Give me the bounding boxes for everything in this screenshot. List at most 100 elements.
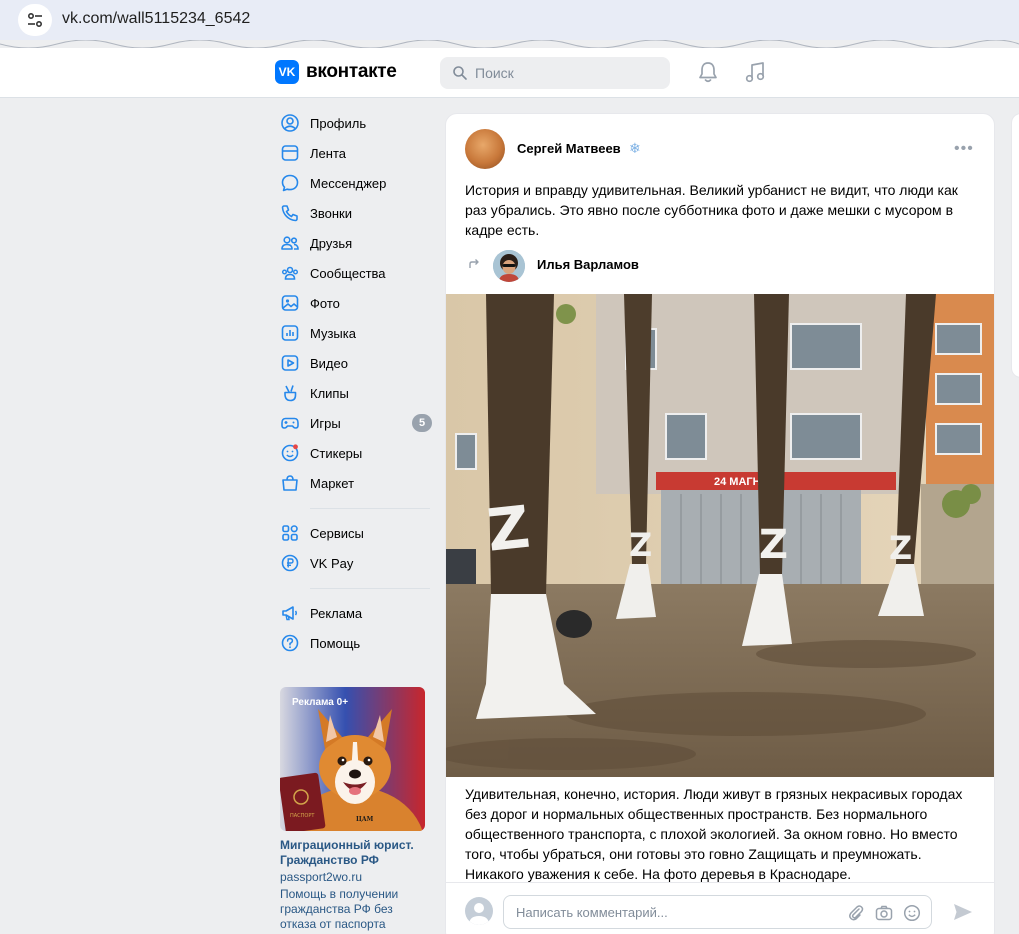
sidebar-item-clips[interactable]: Клипы: [280, 378, 430, 408]
help-icon: [280, 633, 300, 653]
repost-arrow-icon: [467, 257, 481, 274]
clips-icon: [280, 383, 300, 403]
sidebar-item-ads[interactable]: Реклама: [280, 598, 430, 628]
vkpay-icon: [280, 553, 300, 573]
notifications-bell-icon[interactable]: [697, 60, 719, 84]
sidebar-item-label: Реклама: [310, 605, 363, 621]
comment-attach-icons: [847, 904, 921, 922]
sidebar-item-label: Музыка: [310, 325, 356, 341]
sidebar-item-market[interactable]: Маркет: [280, 468, 430, 498]
search-placeholder: Поиск: [475, 65, 514, 81]
sidebar-item-music[interactable]: Музыка: [280, 318, 430, 348]
ad-image[interactable]: ПАСПОРТ ЦАМ Реклама 0+: [280, 687, 425, 831]
svg-text:ПАСПОРТ: ПАСПОРТ: [290, 813, 315, 819]
sidebar-item-label: Лента: [310, 145, 346, 161]
sidebar-item-label: Звонки: [310, 205, 352, 221]
current-user-avatar: [465, 897, 493, 925]
messenger-icon: [280, 173, 300, 193]
post-more-menu-button[interactable]: •••: [954, 140, 974, 158]
ad-description[interactable]: Помощь в получении гражданства РФ без от…: [280, 887, 425, 932]
sidebar-item-label: Сообщества: [310, 265, 386, 281]
post-photo[interactable]: 24 МАГНИТ Z Z Z Z: [446, 294, 995, 777]
repost-author-avatar[interactable]: [493, 250, 525, 282]
photo-icon: [280, 293, 300, 313]
sidebar-item-feed[interactable]: Лента: [280, 138, 430, 168]
paperclip-icon[interactable]: [847, 904, 865, 922]
site-settings-icon[interactable]: [18, 4, 52, 36]
send-icon[interactable]: [952, 901, 974, 923]
camera-icon[interactable]: [875, 904, 893, 922]
feed-icon: [280, 143, 300, 163]
sidebar-item-label: Видео: [310, 355, 348, 371]
emoji-icon[interactable]: [903, 904, 921, 922]
sidebar-divider: [310, 508, 430, 509]
sidebar-item-label: Стикеры: [310, 445, 363, 461]
sidebar-item-label: Профиль: [310, 115, 367, 131]
corgi-passport-illustration: ПАСПОРТ ЦАМ: [280, 687, 425, 831]
sidebar-item-services[interactable]: Сервисы: [280, 518, 430, 548]
sidebar-item-label: Клипы: [310, 385, 349, 401]
ad-title[interactable]: Миграционный юрист. Гражданство РФ: [280, 838, 425, 868]
stickers-icon: [280, 443, 300, 463]
snowflake-emoji-icon: ❄: [629, 140, 641, 156]
svg-text:Z: Z: [629, 526, 652, 564]
sidebar-item-label: VK Pay: [310, 555, 354, 571]
comment-input[interactable]: Написать комментарий...: [503, 895, 932, 929]
svg-text:Z: Z: [759, 522, 788, 568]
sidebar-item-vkpay[interactable]: VK Pay: [280, 548, 430, 578]
video-icon: [280, 353, 300, 373]
sidebar-item-games[interactable]: Игры 5: [280, 408, 432, 438]
left-sidebar: Профиль Лента Мессенджер Звонки Друзья С…: [280, 108, 432, 658]
sidebar-item-help[interactable]: Помощь: [280, 628, 430, 658]
ads-icon: [280, 603, 300, 623]
sidebar-item-label: Помощь: [310, 635, 361, 651]
svg-text:Z: Z: [484, 493, 533, 565]
sidebar-item-label: Друзья: [310, 235, 353, 251]
calls-icon: [280, 203, 300, 223]
vk-logo-text: вконтакте: [306, 61, 397, 82]
ad-domain[interactable]: passport2wo.ru: [280, 869, 425, 885]
search-box[interactable]: Поиск: [440, 57, 670, 89]
comment-composer: Написать комментарий...: [446, 882, 994, 934]
music-player-icon[interactable]: [744, 60, 766, 84]
communities-icon: [280, 263, 300, 283]
search-icon: [453, 66, 467, 80]
sidebar-item-label: Маркет: [310, 475, 355, 491]
vk-logo[interactable]: VK вконтакте: [275, 60, 397, 84]
services-icon: [280, 523, 300, 543]
sidebar-item-communities[interactable]: Сообщества: [280, 258, 430, 288]
sidebar-item-stickers[interactable]: Стикеры: [280, 438, 430, 468]
market-icon: [280, 473, 300, 493]
post-text: История и вправду удивительная. Великий …: [465, 182, 958, 238]
sidebar-item-messenger[interactable]: Мессенджер: [280, 168, 430, 198]
sidebar-item-calls[interactable]: Звонки: [280, 198, 430, 228]
vk-logo-icon: VK: [275, 60, 299, 84]
author-avatar[interactable]: [465, 129, 505, 169]
games-count-badge: 5: [412, 414, 432, 432]
games-icon: [280, 413, 300, 433]
sidebar-item-friends[interactable]: Друзья: [280, 228, 430, 258]
svg-text:ЦАМ: ЦАМ: [356, 816, 374, 823]
sidebar-item-profile[interactable]: Профиль: [280, 108, 430, 138]
repost-author-name[interactable]: Илья Варламов: [537, 257, 639, 272]
friends-icon: [280, 233, 300, 253]
browser-url-bar: vk.com/wall5115234_6542: [0, 0, 1019, 40]
post-author-name[interactable]: Сергей Матвеев: [517, 141, 621, 156]
music-icon: [280, 323, 300, 343]
sidebar-item-label: Сервисы: [310, 525, 364, 541]
ad-age-label: Реклама 0+: [292, 697, 349, 708]
sidebar-item-label: Мессенджер: [310, 175, 387, 191]
repost-text: Удивительная, конечно, история. Люди жив…: [465, 786, 963, 882]
right-column-card: [1011, 113, 1019, 378]
sidebar-item-photo[interactable]: Фото: [280, 288, 430, 318]
sidebar-divider: [310, 588, 430, 589]
vk-header: VK вконтакте Поиск: [0, 48, 1019, 98]
profile-icon: [280, 113, 300, 133]
sidebar-ad[interactable]: ПАСПОРТ ЦАМ Реклама 0+ Миграционный юрис…: [280, 687, 425, 932]
url-text[interactable]: vk.com/wall5115234_6542: [62, 10, 250, 28]
sidebar-item-video[interactable]: Видео: [280, 348, 430, 378]
wall-post: Сергей Матвеев ❄ ••• История и вправду у…: [445, 113, 995, 934]
svg-text:Z: Z: [889, 529, 912, 567]
sidebar-item-label: Игры: [310, 415, 341, 431]
comment-placeholder: Написать комментарий...: [516, 905, 668, 920]
